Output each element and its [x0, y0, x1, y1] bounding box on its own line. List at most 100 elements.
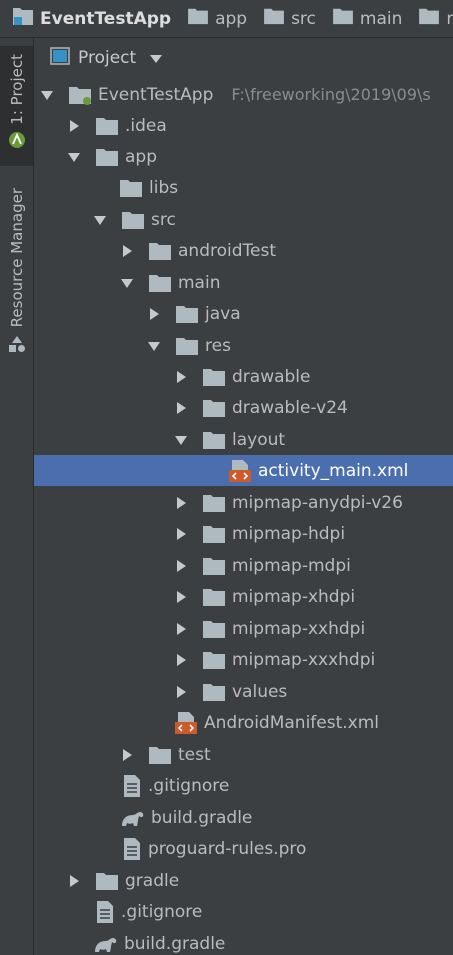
tree-node-root[interactable]: EventTestApp F:\freeworking\2019\09\s — [34, 79, 453, 110]
expand-arrow-icon[interactable] — [174, 685, 188, 699]
folder-icon — [202, 650, 226, 670]
expand-arrow-icon[interactable] — [147, 307, 161, 321]
tree-node-folder[interactable]: main — [34, 267, 453, 298]
expand-arrow-icon[interactable] — [120, 244, 134, 258]
tree-node-folder[interactable]: values — [34, 676, 453, 707]
breadcrumb-label: src — [291, 8, 316, 29]
tree-node-file[interactable]: .gitignore — [34, 896, 453, 927]
resource-manager-tool-tab[interactable]: Resource Manager — [0, 188, 33, 358]
project-path: F:\freeworking\2019\09\s — [231, 85, 431, 104]
tree-node-file-selected[interactable]: activity_main.xml — [34, 455, 453, 486]
folder-icon — [187, 7, 209, 30]
tree-node-file[interactable]: build.gradle — [34, 928, 453, 955]
folder-icon — [263, 7, 285, 30]
tree-node-label: proguard-rules.pro — [148, 838, 307, 859]
folder-icon — [332, 7, 354, 30]
tree-node-label: app — [125, 146, 157, 167]
expand-arrow-icon[interactable] — [174, 527, 188, 541]
folder-icon — [202, 682, 226, 702]
expand-arrow-icon[interactable] — [174, 433, 188, 447]
breadcrumb-label: EventTestApp — [40, 8, 172, 29]
tree-node-file[interactable]: .gitignore — [34, 770, 453, 801]
expand-arrow-icon[interactable] — [147, 339, 161, 353]
tree-node-label: androidTest — [178, 240, 276, 261]
tree-node-label: res — [205, 335, 231, 356]
breadcrumb-item-project[interactable]: EventTestApp — [12, 6, 171, 31]
tree-node-folder[interactable]: mipmap-mdpi — [34, 550, 453, 581]
tree-node-folder[interactable]: .idea — [34, 110, 453, 141]
tree-node-folder[interactable]: androidTest — [34, 235, 453, 266]
folder-icon — [175, 336, 199, 356]
tree-node-folder[interactable]: libs — [34, 172, 453, 203]
expand-arrow-icon[interactable] — [174, 370, 188, 384]
tree-node-label: .gitignore — [148, 775, 230, 796]
folder-icon — [202, 367, 226, 387]
folder-icon — [418, 7, 440, 30]
tree-node-label: drawable-v24 — [232, 397, 348, 418]
project-view-icon — [50, 47, 70, 69]
tree-node-file[interactable]: AndroidManifest.xml — [34, 707, 453, 738]
expand-arrow-icon[interactable] — [174, 496, 188, 510]
tree-node-folder[interactable]: app — [34, 141, 453, 172]
tree-node-folder[interactable]: layout — [34, 424, 453, 455]
folder-icon — [202, 398, 226, 418]
folder-icon — [148, 273, 172, 293]
tree-node-label: test — [178, 744, 211, 765]
xml-file-icon — [174, 711, 198, 735]
tree-node-folder[interactable]: mipmap-hdpi — [34, 518, 453, 549]
expand-arrow-icon[interactable] — [120, 748, 134, 762]
tree-node-label: EventTestApp — [98, 84, 214, 105]
tree-node-label: mipmap-mdpi — [232, 555, 351, 576]
breadcrumb-item-res[interactable]: re — [418, 7, 453, 30]
breadcrumb-item-app[interactable]: app — [187, 7, 247, 30]
tree-node-label: mipmap-hdpi — [232, 523, 346, 544]
project-tool-tab[interactable]: 1: Project — [0, 46, 33, 166]
tree-node-file[interactable]: proguard-rules.pro — [34, 833, 453, 864]
tree-node-label: activity_main.xml — [258, 460, 409, 481]
folder-icon — [202, 524, 226, 544]
expand-arrow-icon[interactable] — [174, 622, 188, 636]
expand-arrow-icon[interactable] — [67, 119, 81, 133]
expand-arrow-icon[interactable] — [40, 88, 54, 102]
module-folder-icon — [68, 85, 92, 105]
expand-arrow-icon[interactable] — [67, 874, 81, 888]
tree-node-label: layout — [232, 429, 286, 450]
tree-node-label: mipmap-xxhdpi — [232, 618, 366, 639]
folder-icon — [95, 871, 119, 891]
tree-node-folder[interactable]: java — [34, 298, 453, 329]
expand-arrow-icon[interactable] — [120, 276, 134, 290]
folder-icon — [202, 587, 226, 607]
view-dropdown-chevron-icon[interactable] — [150, 49, 163, 68]
tree-node-folder[interactable]: mipmap-xxxhdpi — [34, 644, 453, 675]
tree-node-label: mipmap-xhdpi — [232, 586, 356, 607]
breadcrumb-item-src[interactable]: src — [263, 7, 316, 30]
expand-arrow-icon[interactable] — [174, 590, 188, 604]
tree-node-folder[interactable]: res — [34, 330, 453, 361]
tree-node-folder[interactable]: drawable-v24 — [34, 392, 453, 423]
breadcrumb-item-main[interactable]: main — [332, 7, 402, 30]
panel-title: Project — [78, 48, 137, 68]
folder-icon — [119, 178, 143, 198]
expand-arrow-icon[interactable] — [174, 653, 188, 667]
folder-icon — [121, 210, 145, 230]
folder-icon — [202, 430, 226, 450]
expand-arrow-icon[interactable] — [93, 213, 107, 227]
tree-node-file[interactable]: build.gradle — [34, 802, 453, 833]
tree-node-folder[interactable]: gradle — [34, 865, 453, 896]
tree-node-label: mipmap-xxxhdpi — [232, 649, 376, 670]
tree-node-folder[interactable]: drawable — [34, 361, 453, 392]
expand-arrow-icon[interactable] — [67, 150, 81, 164]
tree-node-label: values — [232, 681, 288, 702]
tree-node-label: libs — [149, 177, 179, 198]
tree-node-folder[interactable]: src — [34, 204, 453, 235]
breadcrumb-label: app — [215, 8, 248, 29]
tree-node-folder[interactable]: test — [34, 739, 453, 770]
tree-node-folder[interactable]: mipmap-xxhdpi — [34, 613, 453, 644]
expand-arrow-icon[interactable] — [174, 401, 188, 415]
tree-node-folder[interactable]: mipmap-anydpi-v26 — [34, 487, 453, 518]
project-folder-icon — [12, 6, 34, 31]
expand-arrow-icon[interactable] — [174, 559, 188, 573]
tree-node-folder[interactable]: mipmap-xhdpi — [34, 581, 453, 612]
tree-node-label: java — [205, 303, 241, 324]
tree-node-label: build.gradle — [151, 807, 253, 828]
